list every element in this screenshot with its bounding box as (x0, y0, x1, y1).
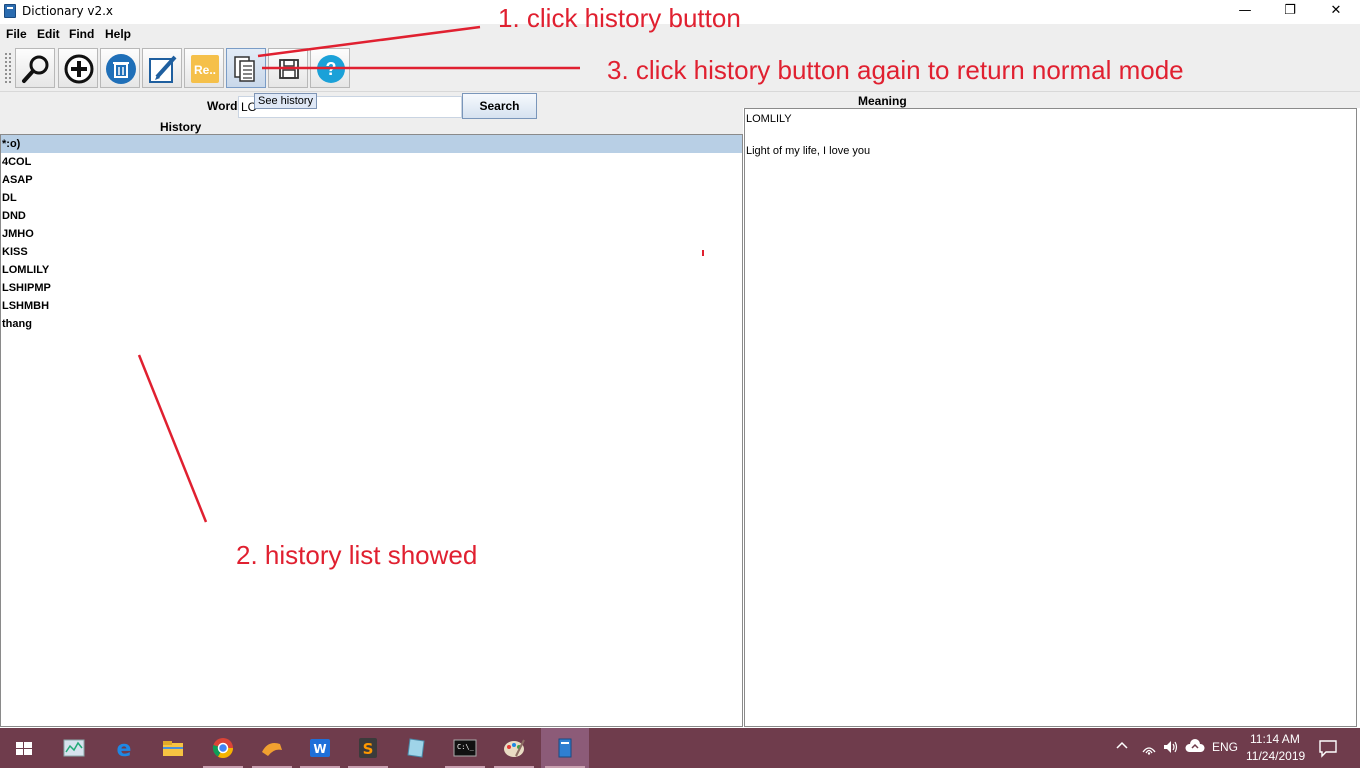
taskbar-edge[interactable]: e (100, 728, 148, 768)
clock-time[interactable]: 11:14 AM (1250, 732, 1300, 746)
cmd-icon: C:\_ (453, 739, 477, 757)
trash-icon (106, 54, 136, 84)
annotation-step-3: 3. click history button again to return … (607, 55, 1184, 85)
menu-help[interactable]: Help (105, 27, 131, 41)
history-list-item[interactable]: KISS (1, 243, 742, 261)
history-list-item[interactable]: JMHO (1, 225, 742, 243)
history-list-item[interactable]: DND (1, 207, 742, 225)
menu-file[interactable]: File (6, 27, 27, 41)
notepad-icon (407, 738, 425, 758)
help-button[interactable]: ? (310, 48, 350, 88)
floppy-icon (279, 59, 299, 79)
app-icon (262, 743, 282, 756)
history-list-item[interactable]: LOMLILY (1, 261, 742, 279)
history-list-item[interactable]: LSHIPMP (1, 279, 742, 297)
meaning-line: Light of my life, I love you (746, 145, 871, 157)
taskbar-wps[interactable]: W (296, 728, 344, 768)
wps-icon: W (310, 739, 330, 757)
meaning-title: Meaning (858, 94, 907, 108)
question-icon: ? (317, 55, 345, 83)
meaning-text-area[interactable]: LOMLILY Light of my life, I love you (744, 108, 1357, 727)
history-list-item[interactable]: 4COL (1, 153, 742, 171)
history-list-item[interactable]: ASAP (1, 171, 742, 189)
history-icon (234, 56, 255, 82)
svg-text:S: S (363, 740, 374, 758)
onedrive-button[interactable] (1185, 738, 1205, 768)
window-title: Dictionary v2.x (22, 4, 114, 18)
network-button[interactable] (1140, 738, 1158, 768)
close-button[interactable]: ✕ (1313, 0, 1359, 24)
file-explorer-icon (163, 741, 183, 756)
start-icon (16, 742, 32, 755)
taskbar-notepad[interactable] (392, 728, 440, 768)
add-word-button[interactable] (58, 48, 98, 88)
taskbar-file-explorer[interactable] (149, 728, 197, 768)
maximize-button[interactable]: ❐ (1267, 0, 1313, 24)
history-tooltip: See history (254, 93, 318, 109)
chrome-icon (212, 738, 233, 758)
pencil-icon (149, 55, 177, 83)
start-button[interactable] (0, 728, 48, 768)
svg-text:C:\_: C:\_ (457, 743, 475, 751)
edge-icon: e (117, 737, 132, 760)
toolbar-grip[interactable] (4, 52, 12, 84)
history-list-item[interactable]: LSHMBH (1, 297, 742, 315)
meaning-line: LOMLILY (746, 113, 792, 125)
history-list[interactable]: *:o) 4COL ASAP DL DND JMHO KISS LOMLILY LSHIPMP L… (0, 134, 743, 727)
dictionary-app-icon (4, 4, 16, 18)
volume-button[interactable] (1162, 738, 1180, 768)
taskbar-dictionary[interactable] (541, 728, 589, 768)
meaning-line (746, 127, 1355, 143)
history-title: History (160, 120, 202, 134)
annotation-step-2: 2. history list showed (236, 540, 478, 570)
taskbar-chrome[interactable] (199, 728, 247, 768)
search-area: Word LO Search History (0, 92, 743, 134)
taskbar-cmd[interactable]: C:\_ (441, 728, 489, 768)
task-manager-icon (63, 739, 85, 757)
svg-text:W: W (313, 742, 326, 756)
svg-text:?: ? (326, 59, 337, 79)
taskbar-sublime[interactable]: S (344, 728, 392, 768)
delete-word-button[interactable] (100, 48, 140, 88)
notification-icon (1319, 740, 1337, 758)
taskbar-app[interactable] (248, 728, 296, 768)
taskbar: e W S C:\_ ENG 11:14 AM 11/24/2019 (0, 728, 1360, 768)
search-tool-button[interactable] (15, 48, 55, 88)
svg-text:e: e (117, 737, 132, 760)
speaker-icon (1164, 741, 1178, 753)
word-label: Word (207, 99, 238, 113)
clock-date[interactable]: 11/24/2019 (1246, 749, 1305, 763)
dictionary-icon (558, 738, 572, 758)
save-button[interactable] (268, 48, 308, 88)
search-button[interactable]: Search (462, 93, 537, 119)
paint-icon (504, 739, 525, 757)
sublime-icon: S (359, 738, 377, 758)
history-list-item[interactable]: thang (1, 315, 742, 333)
input-language[interactable]: ENG (1212, 740, 1238, 768)
history-button[interactable] (226, 48, 266, 88)
taskbar-paint[interactable] (490, 728, 538, 768)
svg-text:Re..: Re.. (194, 63, 216, 77)
menu-find[interactable]: Find (69, 27, 94, 41)
menu-edit[interactable]: Edit (37, 27, 60, 41)
show-hidden-icons-button[interactable] (1114, 738, 1130, 768)
chevron-up-icon (1116, 741, 1128, 749)
action-center-button[interactable] (1318, 738, 1338, 768)
taskbar-task-manager[interactable] (50, 728, 98, 768)
minimize-button[interactable]: — (1222, 0, 1268, 24)
edit-word-button[interactable] (142, 48, 182, 88)
history-list-item[interactable]: DL (1, 189, 742, 207)
plus-circle-icon (64, 54, 94, 84)
re-icon: Re.. (191, 55, 219, 83)
rename-button[interactable]: Re.. (184, 48, 224, 88)
history-list-item[interactable]: *:o) (1, 135, 742, 153)
cloud-upload-icon (1185, 739, 1205, 752)
annotation-step-1: 1. click history button (498, 3, 741, 33)
wifi-icon (1142, 747, 1156, 755)
magnifier-icon (22, 55, 49, 83)
meaning-header (743, 92, 1360, 108)
